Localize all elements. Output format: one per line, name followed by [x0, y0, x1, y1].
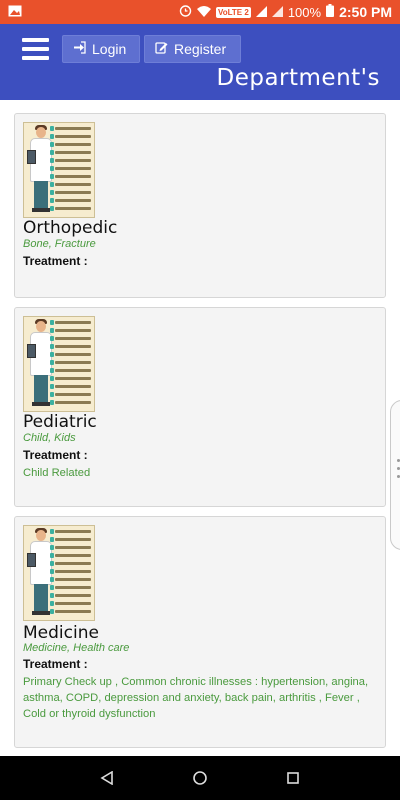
treatment-label: Treatment : — [23, 657, 88, 671]
edge-panel-handle[interactable] — [390, 400, 400, 550]
department-card-orthopedic[interactable]: Orthopedic Bone, Fracture Treatment : — [14, 113, 386, 298]
login-label: Login — [92, 41, 127, 57]
department-image — [23, 316, 95, 412]
network-badge: VoLTE 2 — [216, 6, 251, 18]
wifi-icon — [197, 5, 211, 20]
signal-icon — [255, 5, 267, 20]
battery-icon — [326, 4, 335, 20]
clock: 2:50 PM — [339, 4, 392, 20]
sign-in-icon — [73, 41, 86, 57]
recent-square-icon[interactable] — [283, 768, 303, 788]
page-title: Department's — [216, 65, 380, 91]
department-name: Orthopedic — [23, 218, 118, 238]
treatment-text: Child Related — [23, 467, 91, 479]
department-card-medicine[interactable]: Medicine Medicine, Health care Treatment… — [14, 516, 386, 748]
department-keywords: Medicine, Health care — [23, 642, 130, 654]
battery-percent: 100% — [287, 4, 322, 20]
department-keywords: Bone, Fracture — [23, 238, 96, 250]
treatment-text: Primary Check up , Common chronic illnes… — [23, 676, 369, 720]
department-name: Medicine — [23, 623, 99, 643]
department-name: Pediatric — [23, 412, 97, 432]
department-list: Orthopedic Bone, Fracture Treatment : Pe… — [0, 100, 400, 756]
login-button[interactable]: Login — [62, 35, 140, 63]
home-circle-icon[interactable] — [190, 768, 210, 788]
treatment-label: Treatment : — [23, 448, 88, 462]
gallery-icon — [8, 5, 22, 20]
department-image — [23, 122, 95, 218]
department-image — [23, 525, 95, 621]
app-bar: Login Register Department's — [0, 24, 400, 100]
register-label: Register — [174, 41, 227, 57]
edit-icon — [155, 41, 168, 57]
treatment-label: Treatment : — [23, 254, 88, 268]
department-keywords: Child, Kids — [23, 432, 76, 444]
back-triangle-icon[interactable] — [97, 768, 117, 788]
register-button[interactable]: Register — [144, 35, 241, 63]
signal-icon-2 — [271, 5, 283, 20]
alarm-icon — [179, 4, 192, 20]
department-card-pediatric[interactable]: Pediatric Child, Kids Treatment : Child … — [14, 307, 386, 507]
hamburger-icon[interactable] — [22, 38, 49, 60]
system-nav-bar — [0, 756, 400, 800]
status-bar: VoLTE 2 100% 2:50 PM — [0, 0, 400, 24]
